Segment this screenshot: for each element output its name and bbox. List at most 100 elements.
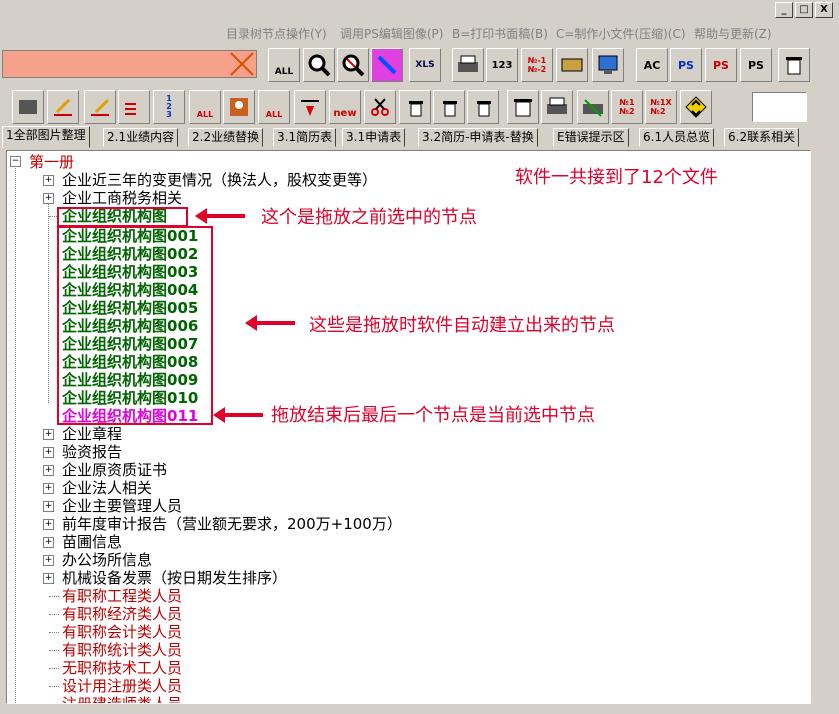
before-highlight-box [57,207,188,227]
number-icon[interactable]: №-1 №-2 [521,48,553,82]
menu-tree-node-ops[interactable]: 目录树节点操作(Y) [226,25,327,42]
toolbar-tree: 123 ALL ALL new №1 №2 №1X №2 [0,86,839,128]
number-remove-icon[interactable]: №1X №2 [645,90,677,124]
tab-resume[interactable]: 3.1简历表 [273,128,337,147]
minimize-button[interactable]: _ [775,2,793,18]
edit-node-icon[interactable] [47,90,79,124]
expand-icon[interactable]: + [43,175,54,186]
menu-bar: 目录树节点操作(Y) 调用PS编辑图像(P) B=打印书面稿(B) C=制作小文… [0,22,839,42]
tree-node[interactable]: 验资报告 [62,443,122,461]
arrange-icon[interactable] [680,90,712,124]
tree-leaf[interactable]: 有职称统计类人员 [62,641,182,659]
tree-view[interactable]: − 第一册 + 企业近三年的变更情况（换法人，股权变更等） + 企业工商税务相关… [6,150,811,704]
portrait-icon[interactable] [223,90,255,124]
tab-application[interactable]: 3.1申请表 [342,128,406,147]
print-doc-icon[interactable] [541,90,573,124]
toolbar-main: ALL XLS 123 №-1 №-2 AC PS PS PS [0,44,839,86]
tab-strip: 1全部图片整理 2.1业绩内容 2.2业绩替换 3.1简历表 3.1申请表 3.… [0,126,839,148]
move-all-icon[interactable]: ALL [258,90,290,124]
arrow-icon [195,208,245,224]
menu-ps-edit[interactable]: 调用PS编辑图像(P) [340,25,443,42]
tree-node[interactable]: 企业法人相关 [62,479,152,497]
after-annotation: 拖放结束后最后一个节点是当前选中节点 [271,405,595,426]
expand-icon[interactable]: + [43,519,54,530]
expand-icon[interactable]: + [43,573,54,584]
pen-icon[interactable] [371,48,403,82]
ps-icon[interactable]: PS [670,48,702,82]
status-bar [0,704,839,714]
tree-node[interactable]: 企业近三年的变更情况（换法人，股权变更等） [62,171,377,189]
expand-icon[interactable]: + [43,501,54,512]
edit-list-icon[interactable] [118,90,150,124]
tab-contacts[interactable]: 6.2联系相关 [724,128,800,147]
tab-all-images[interactable]: 1全部图片整理 [2,126,90,148]
close-button[interactable]: X [815,2,833,18]
edit-all-icon[interactable] [84,90,116,124]
sort-all-icon[interactable]: ALL [189,90,221,124]
print-123-icon[interactable]: 123 [486,48,518,82]
expand-icon[interactable]: + [43,193,54,204]
menu-print[interactable]: B=打印书面稿(B) [452,25,548,42]
tree-node[interactable]: 企业主要管理人员 [62,497,182,515]
delete-all-icon[interactable] [507,90,539,124]
print-cancel-icon[interactable] [577,90,609,124]
arrow-icon [213,407,263,423]
maximize-button[interactable]: □ [795,2,813,18]
tree-node[interactable]: 前年度审计报告（营业额无要求，200万+100万） [62,515,402,533]
monitor-icon[interactable] [592,48,624,82]
tree-leaf[interactable]: 注册建造师类人员 [62,695,182,703]
tree-root[interactable]: 第一册 [29,153,74,171]
before-annotation: 这个是拖放之前选中的节点 [261,207,477,228]
search-icon[interactable] [303,48,335,82]
tree-node[interactable]: 企业章程 [62,425,122,443]
menu-help-update[interactable]: 帮助与更新(Z) [694,25,772,42]
number-order-icon[interactable]: №1 №2 [611,90,643,124]
tab-resume-application-replace[interactable]: 3.2简历-申请表-替换 [418,128,538,147]
auto-highlight-box [57,226,213,425]
tree-leaf[interactable]: 无职称技术工人员 [62,659,182,677]
expand-icon[interactable]: + [43,555,54,566]
scanner-icon[interactable] [556,48,588,82]
file-count-annotation: 软件一共接到了12个文件 [515,167,718,188]
expand-icon[interactable]: + [43,429,54,440]
tree-node[interactable]: 苗圃信息 [62,533,122,551]
search-cancel-icon[interactable] [337,48,369,82]
tab-personnel-overview[interactable]: 6.1人员总览 [639,128,715,147]
collapse-root-icon[interactable]: − [10,156,21,167]
printer-icon[interactable] [452,48,484,82]
progress-bar [2,50,257,78]
tree-node[interactable]: 企业原资质证书 [62,461,167,479]
expand-icon[interactable]: + [43,447,54,458]
trash-icon[interactable] [778,48,810,82]
tree-node[interactable]: 企业工商税务相关 [62,189,182,207]
xls-icon[interactable]: XLS [409,48,441,82]
tree-leaf[interactable]: 有职称工程类人员 [62,587,182,605]
tab-error-hints[interactable]: E错误提示区 [553,128,629,147]
page-input[interactable] [752,92,807,122]
numbered-list-icon[interactable]: 123 [153,90,185,124]
auto-annotation: 这些是拖放时软件自动建立出来的节点 [309,315,615,336]
cut-icon[interactable] [364,90,396,124]
delete-sub-icon[interactable] [467,90,499,124]
tree-leaf[interactable]: 有职称经济类人员 [62,605,182,623]
tree-leaf[interactable]: 设计用注册类人员 [62,677,182,695]
ps-arrow-icon[interactable]: PS [705,48,737,82]
tree-node[interactable]: 机械设备发票（按日期发生排序） [62,569,287,587]
ac-icon[interactable]: AC [636,48,668,82]
select-all-icon[interactable]: ALL [268,48,300,82]
expand-icon[interactable]: + [43,483,54,494]
new-node-icon[interactable]: new [329,90,361,124]
ps-tool-icon[interactable]: PS [740,48,772,82]
stack-icon[interactable] [12,90,44,124]
delete-node-icon[interactable] [399,90,431,124]
expand-icon[interactable]: + [43,465,54,476]
expand-icon[interactable]: + [43,537,54,548]
tab-performance-content[interactable]: 2.1业绩内容 [103,128,179,147]
title-bar: _ □ X [0,0,839,22]
tree-leaf[interactable]: 有职称会计类人员 [62,623,182,641]
tree-node[interactable]: 办公场所信息 [62,551,152,569]
menu-compress[interactable]: C=制作小文件(压缩)(C) [556,25,686,42]
tab-performance-replace[interactable]: 2.2业绩替换 [188,128,264,147]
move-down-icon[interactable] [294,90,326,124]
delete-tree-icon[interactable] [433,90,465,124]
